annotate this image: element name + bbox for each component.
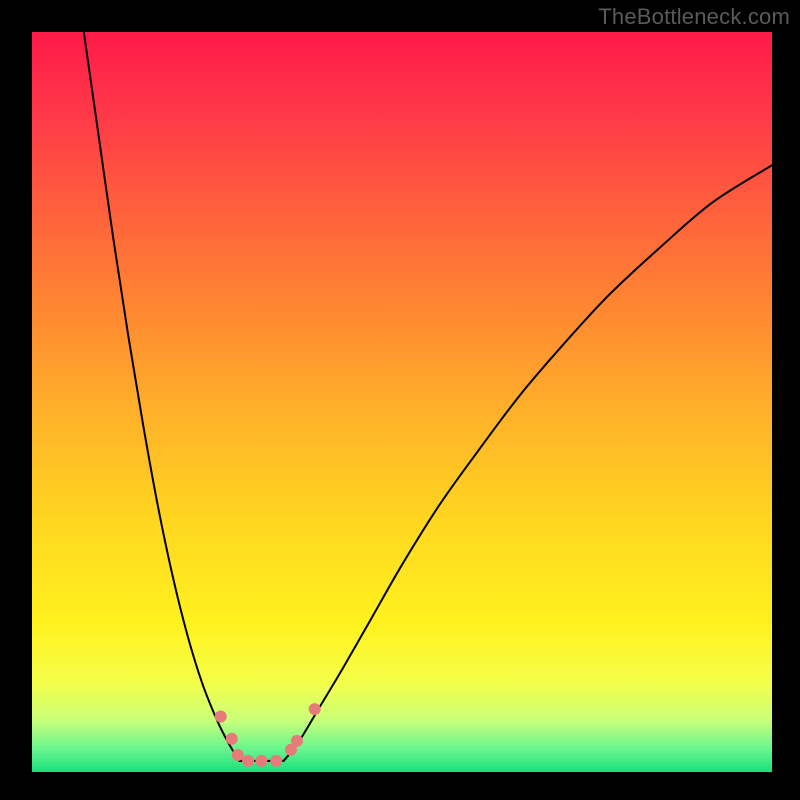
chart-svg — [0, 0, 800, 800]
marker-left-low — [232, 749, 244, 761]
marker-left-mid — [226, 733, 238, 745]
marker-right-hi — [309, 703, 321, 715]
marker-left-upper — [215, 711, 227, 723]
marker-bottom-a — [242, 755, 254, 767]
marker-bottom-c — [270, 755, 282, 767]
marker-bottom-b — [255, 755, 267, 767]
watermark-text: TheBottleneck.com — [598, 4, 790, 30]
chart-container: TheBottleneck.com — [0, 0, 800, 800]
plot-background — [32, 32, 772, 772]
marker-right-mid — [291, 735, 303, 747]
